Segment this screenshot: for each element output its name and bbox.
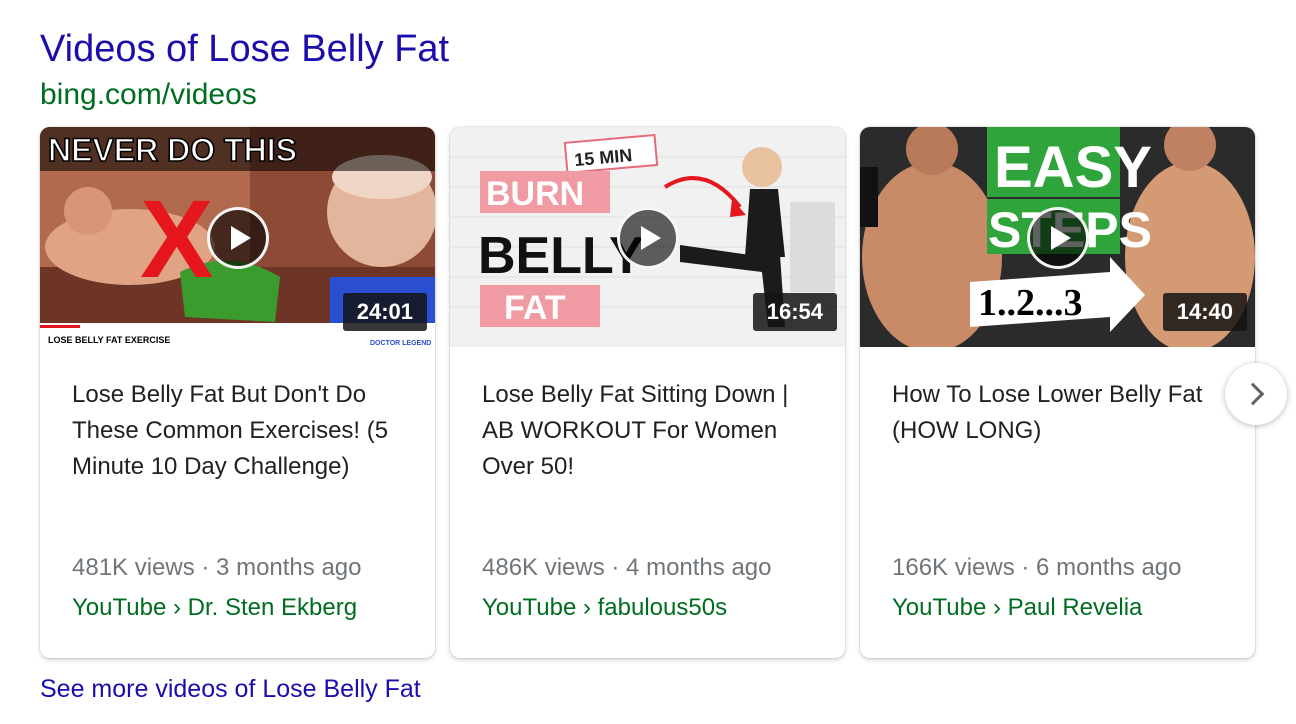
video-channel: YouTube › Dr. Sten Ekberg <box>72 594 358 621</box>
thumb-footer-text: LOSE BELLY FAT EXERCISE <box>48 335 170 345</box>
video-title[interactable]: How To Lose Lower Belly Fat (HOW LONG) <box>892 377 1232 449</box>
see-more-videos-link[interactable]: See more videos of Lose Belly Fat <box>40 673 421 705</box>
thumb-line1-text: BURN <box>486 175 584 213</box>
video-meta: 166K views · 6 months ago <box>892 554 1182 581</box>
video-thumbnail-3[interactable]: EASY STEPS 1..2...3 14:40 <box>860 127 1255 347</box>
thumb-corner-text: DOCTOR LEGEND <box>370 340 431 347</box>
video-meta: 486K views · 4 months ago <box>482 554 772 581</box>
duration-badge: 24:01 <box>342 293 427 331</box>
thumb-arrow-text: 1..2...3 <box>978 282 1083 324</box>
video-meta: 481K views · 3 months ago <box>72 554 362 581</box>
video-channel: YouTube › fabulous50s <box>482 594 728 621</box>
duration-badge: 14:40 <box>1162 293 1247 331</box>
video-card-1[interactable]: NEVER DO THIS X LOSE BELLY FAT EXERCISE … <box>40 127 435 658</box>
thumb-banner-text: NEVER DO THIS <box>48 132 297 168</box>
thumb-line1-text: EASY <box>994 135 1152 200</box>
carousel-next-button[interactable] <box>1225 363 1287 425</box>
video-thumbnail-2[interactable]: 15 MIN BURN BELLY FAT 16:54 <box>450 127 845 347</box>
thumb-x-mark: X <box>140 178 213 301</box>
source-url: bing.com/videos <box>40 78 257 111</box>
video-title[interactable]: Lose Belly Fat Sitting Down | AB WORKOUT… <box>482 377 822 485</box>
duration-badge: 16:54 <box>752 293 837 331</box>
video-card-2[interactable]: 15 MIN BURN BELLY FAT 16:54 Lose Belly F… <box>450 127 845 658</box>
video-thumbnail-1[interactable]: NEVER DO THIS X LOSE BELLY FAT EXERCISE … <box>40 127 435 347</box>
video-card-3[interactable]: EASY STEPS 1..2...3 14:40 How To Lose Lo… <box>860 127 1255 658</box>
thumb-line3-text: FAT <box>504 289 566 327</box>
play-icon[interactable] <box>617 207 679 269</box>
play-icon[interactable] <box>1027 207 1089 269</box>
video-channel: YouTube › Paul Revelia <box>892 594 1143 621</box>
play-icon[interactable] <box>207 207 269 269</box>
video-title[interactable]: Lose Belly Fat But Don't Do These Common… <box>72 377 412 485</box>
chevron-right-icon <box>1241 382 1265 406</box>
results-title-link[interactable]: Videos of Lose Belly Fat <box>40 26 449 72</box>
